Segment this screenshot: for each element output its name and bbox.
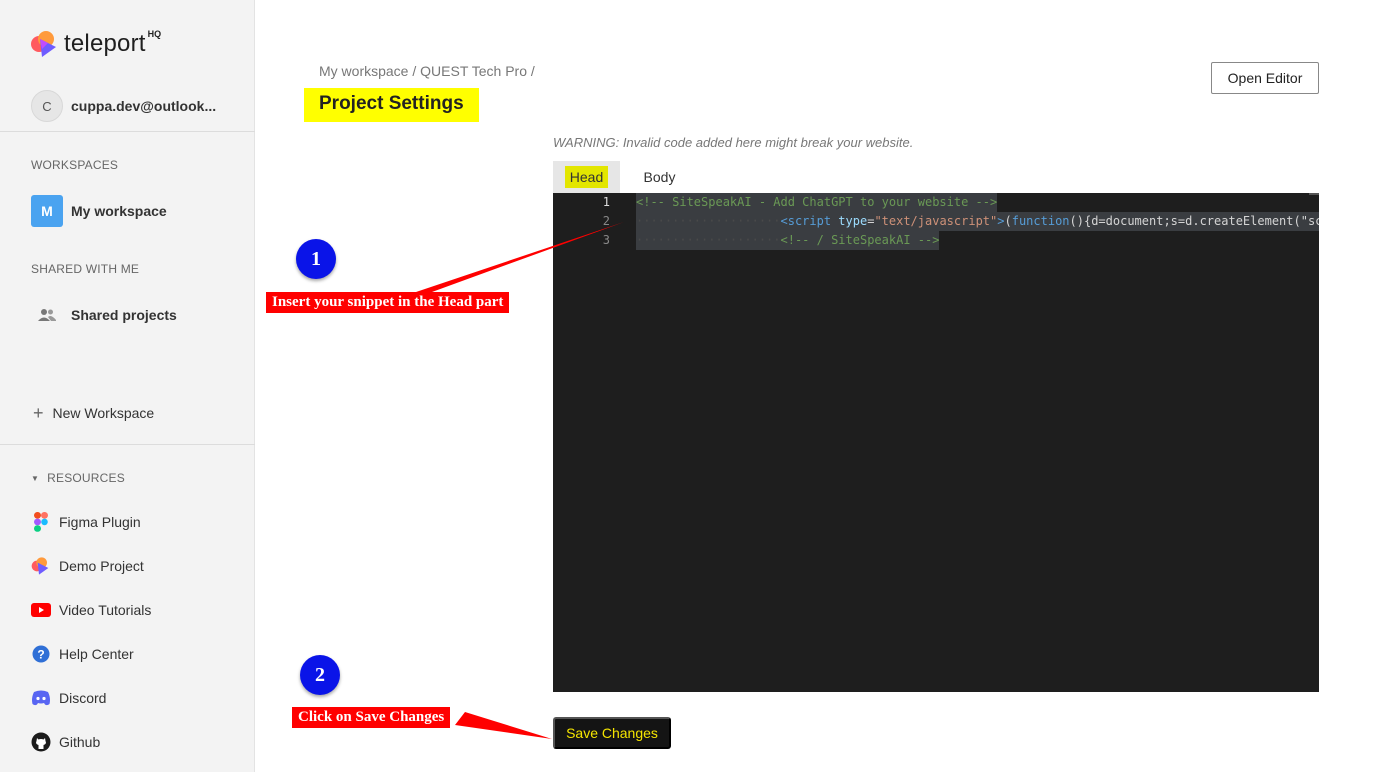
teleport-logo-icon [31,31,56,57]
step-1-callout: Insert your snippet in the Head part [266,292,510,313]
resource-label: Github [59,734,101,750]
svg-text:?: ? [37,648,44,662]
sidebar-divider [0,131,255,132]
user-email: cuppa.dev@outlook... [71,98,217,114]
sidebar-item-demo-project[interactable]: Demo Project [31,556,144,576]
step-1-badge: 1 [296,239,336,279]
sidebar-item-video-tutorials[interactable]: Video Tutorials [31,600,151,620]
sidebar: teleport HQ C cuppa.dev@outlook... WORKS… [0,0,255,772]
resource-label: Figma Plugin [59,514,141,530]
sidebar-item-github[interactable]: Github [31,732,100,752]
sidebar-item-shared-projects[interactable]: Shared projects [37,305,177,325]
resources-label: RESOURCES [47,471,125,485]
plus-icon: + [33,403,44,423]
workspace-name: My workspace [71,203,167,219]
figma-icon [31,512,51,532]
code-paren: ( [1004,214,1012,228]
tab-head[interactable]: Head [553,161,620,193]
sidebar-item-discord[interactable]: Discord [31,688,106,708]
shared-label: SHARED WITH ME [31,262,140,276]
code-rest: (){d=document;s=d.createElement("script"… [1069,214,1319,228]
line-number: 2 [602,214,610,228]
sidebar-item-help-center[interactable]: ? Help Center [31,644,134,664]
help-icon: ? [31,644,51,664]
new-workspace-button[interactable]: + New Workspace [33,403,155,423]
people-icon [37,305,57,325]
youtube-icon [31,600,51,620]
step-2-badge: 2 [300,655,340,695]
tab-body[interactable]: Body [626,161,693,193]
code-tag-close: > [997,214,1005,228]
code-editor[interactable]: 1 <!-- SiteSpeakAI - Add ChatGPT to your… [553,193,1319,692]
code-comment: <!-- / SiteSpeakAI --> [780,233,940,247]
workspaces-label: WORKSPACES [31,158,119,172]
sidebar-item-figma-plugin[interactable]: Figma Plugin [31,512,141,532]
resource-label: Help Center [59,646,134,662]
sidebar-divider [0,444,255,445]
sidebar-item-my-workspace[interactable]: M My workspace [31,195,167,227]
save-changes-button[interactable]: Save Changes [553,717,671,749]
line-number: 3 [602,233,610,247]
resource-label: Discord [59,690,107,706]
discord-icon [31,688,51,708]
user-menu[interactable]: C cuppa.dev@outlook... [31,90,216,122]
code-tag: <script [780,214,839,228]
open-editor-button[interactable]: Open Editor [1211,62,1319,94]
new-workspace-label: New Workspace [52,405,155,421]
brand-suffix: HQ [147,29,162,39]
page-title: Project Settings [304,88,479,122]
code-string: "text/javascript" [874,214,998,228]
caret-down-icon: ▼ [31,473,40,483]
resources-toggle[interactable]: ▼ RESOURCES [31,471,125,485]
code-text: ····················<script type="text/j… [636,212,1319,231]
resource-label: Demo Project [59,558,144,574]
code-line: 3 ····················<!-- / SiteSpeakAI… [553,231,1319,250]
tab-head-label: Head [564,166,609,188]
code-line: 2 ····················<script type="text… [553,212,1319,231]
breadcrumb[interactable]: My workspace / QUEST Tech Pro / [319,63,535,79]
line-number: 1 [602,195,610,209]
teleport-icon [31,556,51,576]
resource-label: Video Tutorials [59,602,152,618]
warning-text: WARNING: Invalid code added here might b… [553,135,914,150]
github-icon [31,732,51,752]
step-2-callout: Click on Save Changes [292,707,451,728]
code-attr: type [838,214,868,228]
main-content: My workspace / QUEST Tech Pro / Project … [256,0,1390,772]
shared-projects-label: Shared projects [71,307,177,323]
workspace-badge: M [31,195,63,227]
code-text: <!-- SiteSpeakAI - Add ChatGPT to your w… [636,193,998,212]
avatar: C [31,90,63,122]
brand-name: teleport [64,30,146,57]
code-text: ····················<!-- / SiteSpeakAI -… [636,231,940,250]
code-keyword: function [1011,214,1070,228]
code-line: 1 <!-- SiteSpeakAI - Add ChatGPT to your… [553,193,1319,212]
teleport-logo[interactable]: teleport HQ [30,29,161,59]
